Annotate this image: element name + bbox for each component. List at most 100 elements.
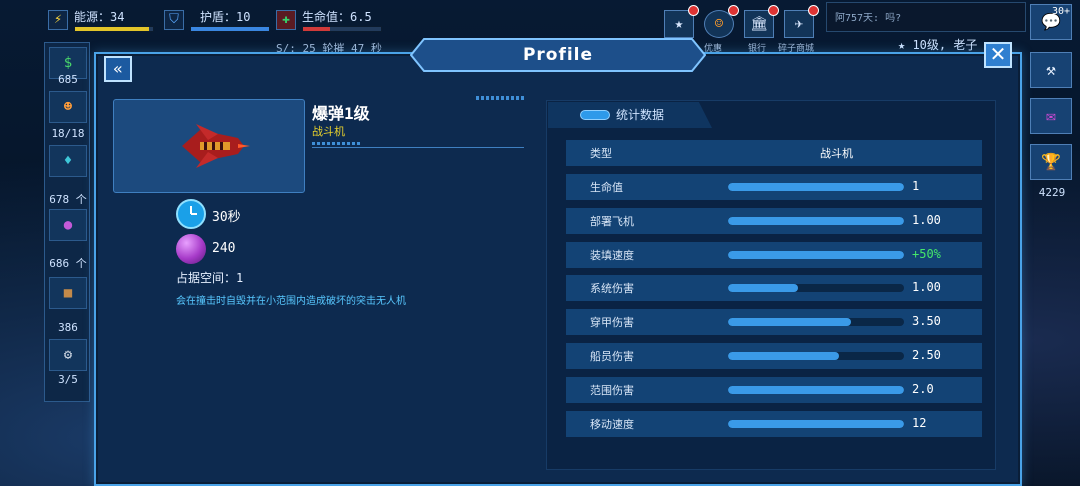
stat-value: 1.00 [912, 280, 941, 295]
hammer-button[interactable]: ⚒ [1030, 52, 1072, 88]
crew-count: 18/18 [51, 127, 85, 140]
crate-count: 386 [58, 321, 78, 334]
health-cross-icon: ✚ [276, 10, 296, 30]
shield-icon: ⛉ [164, 10, 184, 30]
build-time-value: 30秒 [212, 210, 241, 225]
stats-header-label: 统计数据 [616, 108, 665, 122]
mail-button[interactable]: ✉ [1030, 98, 1072, 134]
bank-icon: 🏛 [750, 16, 768, 32]
space-usage: 占据空间：1 [176, 271, 244, 285]
title-tab: Profile [410, 38, 706, 72]
stat-bar [728, 216, 904, 225]
orb-count: 686 个 [49, 257, 87, 270]
stat-bar [728, 183, 904, 191]
stat-value: 2.0 [912, 381, 934, 396]
purple-orb-icon [176, 234, 206, 264]
shop-button[interactable]: ✈ [784, 5, 819, 38]
stat-value: 1.00 [912, 212, 941, 227]
battery-pill-icon [580, 110, 610, 120]
notification-dot [768, 5, 779, 16]
stat-value: 12 [912, 415, 927, 430]
notification-dot [688, 5, 699, 16]
stat-bar [728, 284, 904, 293]
stat-bar [728, 318, 904, 327]
chat-text: 阿757天: 吗? [835, 13, 902, 24]
trophy-icon: 🏆 [1041, 152, 1061, 171]
fighter-ship-image [182, 124, 250, 168]
bank-button[interactable]: 🏛 [744, 5, 779, 38]
money-icon: $ [63, 55, 73, 71]
stat-row: 穿甲伤害 3.50 [566, 309, 982, 336]
mail-icon: ✉ [1046, 106, 1056, 125]
ship-description: 会在撞击时自毁并在小范围内造成破坏的突击无人机 [176, 296, 406, 307]
stat-bar [728, 385, 904, 394]
stat-bar-fill [728, 284, 799, 293]
chat-box[interactable]: 阿757天: 吗? [826, 2, 1026, 32]
top-hud: ⚡ 能源：34 ⛉ 护盾：10 ✚ 生命值：6.5 [48, 6, 488, 42]
hp-bar [302, 26, 382, 32]
hangar-count: 3/5 [58, 373, 78, 386]
stat-row-type: 类型 战斗机 [566, 140, 982, 166]
stats-header: 统计数据 [548, 102, 712, 128]
decorative-stripe [476, 96, 524, 100]
hp-label: 生命值：6.5 [302, 10, 372, 24]
shield-label: 护盾：10 [200, 10, 251, 24]
stat-value: 1 [912, 179, 920, 193]
orb-button[interactable]: ● [49, 209, 87, 241]
shield-bar [190, 26, 270, 32]
crystal-icon: ♦ [63, 153, 73, 169]
notification-dot [808, 5, 819, 16]
energy-stat: ⚡ 能源：34 [48, 8, 158, 36]
hp-stat: ✚ 生命值：6.5 [276, 8, 386, 36]
stat-label: 移动速度 [590, 417, 634, 431]
stat-value: +50% [912, 246, 941, 261]
stat-label: 船员伤害 [590, 350, 634, 363]
stat-value: 2.50 [912, 348, 941, 362]
stat-bar [728, 352, 904, 360]
stat-row: 系统伤害 1.00 [566, 275, 982, 302]
stat-bar-fill [728, 250, 904, 259]
stat-row: 范围伤害 2.0 [566, 376, 982, 403]
panel-title: Profile [522, 45, 594, 65]
stat-type-value: 战斗机 [820, 147, 853, 160]
plane-icon: ✈ [794, 16, 804, 32]
stat-bar-fill [728, 318, 852, 327]
stat-row: 装填速度 +50% [566, 241, 982, 268]
notification-dot [728, 5, 739, 16]
orb-icon: ● [63, 217, 73, 233]
crate-icon: ■ [63, 285, 73, 301]
stat-row: 部署飞机 1.00 [566, 207, 982, 234]
cost-value: 240 [212, 241, 236, 256]
star-button[interactable]: ★ [664, 5, 699, 38]
lightning-icon: ⚡ [48, 10, 68, 30]
ship-class: 战斗机 [312, 125, 345, 138]
shield-stat: ⛉ 护盾：10 [164, 8, 274, 36]
crew-button[interactable]: ☻ [49, 91, 87, 123]
close-icon: ✕ [989, 42, 1007, 66]
stat-label: 穿甲伤害 [590, 316, 634, 330]
back-button[interactable]: « [104, 56, 132, 82]
stat-label: 生命值 [590, 181, 623, 194]
stat-bar-fill [728, 352, 839, 360]
ship-portrait [113, 99, 305, 193]
money-count: 685 [58, 73, 78, 86]
hangar-button[interactable]: ⚙ [49, 339, 87, 371]
smiley-icon: ☺ [714, 16, 724, 32]
chat-badge: 30+ [1052, 6, 1071, 17]
stat-bar [728, 419, 904, 428]
stat-label: 装填速度 [590, 248, 634, 262]
stat-label: 范围伤害 [590, 383, 634, 397]
close-button[interactable]: ✕ [984, 42, 1012, 68]
offers-button[interactable]: ☺ [704, 5, 739, 38]
trophy-button[interactable]: 🏆 [1030, 144, 1072, 180]
divider [312, 147, 524, 148]
level-line: ★ 10级, 老子 [898, 38, 978, 52]
energy-bar [74, 26, 154, 32]
hammer-icon: ⚒ [1046, 60, 1056, 79]
left-sidebar: $ 685 ☻ 18/18 ♦ 678 个 ● 686 个 ■ 386 ⚙ 3/… [44, 42, 90, 402]
crate-button[interactable]: ■ [49, 277, 87, 309]
crystal-button[interactable]: ♦ [49, 145, 87, 177]
double-chevron-left-icon: « [113, 59, 123, 78]
stat-bar-fill [728, 385, 904, 394]
trophy-count: 4229 [1038, 186, 1066, 199]
